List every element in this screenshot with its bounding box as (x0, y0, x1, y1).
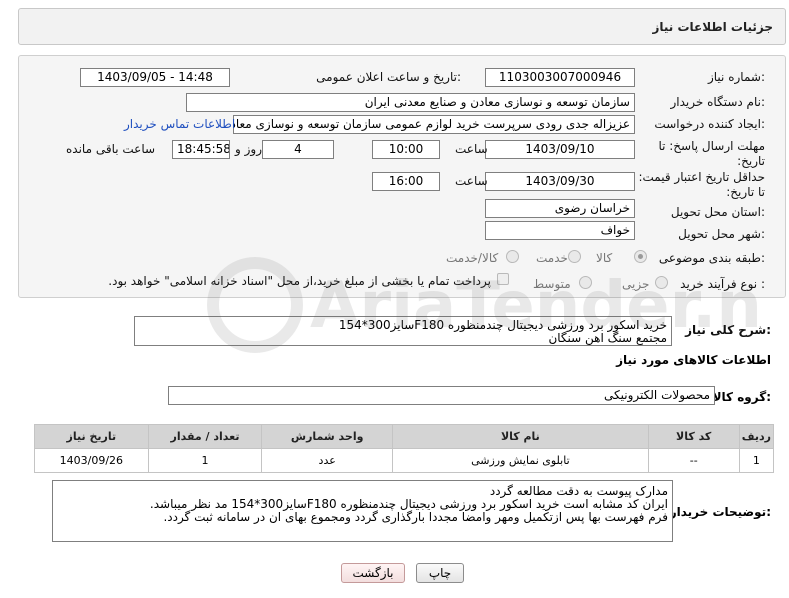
buyer-org-label: نام دستگاه خریدار: (670, 95, 766, 109)
price-validity-label: حداقل تاریخ اعتبار قیمت: تا تاریخ: (638, 170, 765, 199)
col-goods-code: کد کالا (647, 424, 740, 449)
category-service-radio[interactable] (568, 250, 581, 263)
goods-group-field: محصولات الکترونیکی (168, 386, 715, 405)
need-number-label: شماره نیاز: (707, 70, 765, 84)
back-button[interactable]: بازگشت (341, 563, 405, 583)
cell-quantity: 1 (147, 448, 263, 473)
purchase-type-minor-radio[interactable] (655, 276, 668, 289)
col-goods-name: نام کالا (392, 424, 649, 449)
delivery-province-field: خراسان رضوی (485, 199, 635, 218)
price-validity-date-field: 1403/09/30 (485, 172, 635, 191)
purchase-type-label: نوع فرآیند خرید : (680, 277, 765, 291)
col-need-date: تاریخ نیاز (34, 424, 149, 449)
goods-table-header: ردیف کد کالا نام کالا واحد شمارش تعداد /… (34, 424, 775, 449)
days-label: روز و (235, 142, 262, 156)
treasury-payment-checkbox[interactable] (497, 273, 509, 285)
category-goods-label: کالا (596, 251, 613, 265)
remaining-time-field: 18:45:58 (172, 140, 230, 159)
requester-field: عزیزاله جدی رودی سرپرست خرید لوازم عمومی… (233, 115, 635, 134)
cell-goods-name: تابلوی نمایش ورزشی (392, 448, 649, 473)
page-header: جزئیات اطلاعات نیاز (18, 8, 786, 45)
price-validity-time-label: ساعت (455, 174, 488, 188)
remaining-time-label: ساعت باقی مانده (66, 142, 156, 156)
category-goods-service-label: کالا/خدمت (446, 251, 499, 265)
buyer-contact-link[interactable]: اطلاعات تماس خریدار (124, 117, 235, 131)
buyer-notes-label: توضیحات خریدار: (669, 505, 771, 519)
print-button[interactable]: چاپ (416, 563, 464, 583)
col-row-number: ردیف (738, 424, 775, 449)
category-service-label: خدمت (536, 251, 568, 265)
requester-label: ایجاد کننده درخواست: (654, 117, 765, 131)
reply-deadline-label: مهلت ارسال پاسخ: تا تاریخ: (658, 139, 765, 168)
cell-unit: عدد (261, 448, 394, 473)
goods-table: ردیف کد کالا نام کالا واحد شمارش تعداد /… (34, 424, 775, 473)
col-quantity: تعداد / مقدار (147, 424, 263, 449)
treasury-payment-note: پرداخت تمام یا بخشی از مبلغ خرید،از محل … (108, 274, 491, 288)
category-label: طبقه بندی موضوعی: (658, 251, 765, 265)
reply-deadline-time-label: ساعت (455, 142, 488, 156)
purchase-type-medium-radio[interactable] (579, 276, 592, 289)
col-unit: واحد شمارش (261, 424, 394, 449)
price-validity-time-field: 16:00 (372, 172, 440, 191)
cell-need-date: 1403/09/26 (34, 448, 149, 473)
description-label: شرح کلی نیاز: (685, 323, 771, 337)
goods-group-label: گروه کالا: (712, 390, 771, 404)
need-number-field: 1103003007000946 (485, 68, 635, 87)
delivery-city-field: خواف (485, 221, 635, 240)
delivery-province-label: استان محل تحویل: (670, 205, 765, 219)
description-textarea[interactable]: خرید اسکور برد ورزشی دیجیتال چندمنظوره F… (134, 316, 672, 346)
buyer-notes-line-3: فرم فهرست بها پس ازتکمیل ومهر وامضا مجدد… (163, 510, 668, 524)
buyer-notes-textarea[interactable]: مدارک پیوست به دقت مطالعه گردد ایران کد … (52, 480, 673, 542)
cell-row-number: 1 (738, 448, 775, 473)
purchase-type-minor-label: جزیی (622, 277, 650, 291)
category-goods-radio[interactable] (634, 250, 647, 263)
goods-info-title: اطلاعات کالاهای مورد نیاز (616, 353, 771, 367)
reply-deadline-date-field: 1403/09/10 (485, 140, 635, 159)
page-title: جزئیات اطلاعات نیاز (652, 20, 773, 34)
table-row: 1 -- تابلوی نمایش ورزشی عدد 1 1403/09/26 (34, 448, 775, 473)
announce-datetime-label: تاریخ و ساعت اعلان عمومی: (316, 70, 461, 84)
category-goods-service-radio[interactable] (506, 250, 519, 263)
description-line-2: مجتمع سنگ اهن سنگان (548, 331, 667, 345)
buyer-org-field: سازمان توسعه و نوسازی معادن و صنایع معدن… (186, 93, 635, 112)
cell-goods-code: -- (647, 448, 740, 473)
purchase-type-medium-label: متوسط (533, 277, 571, 291)
reply-deadline-time-field: 10:00 (372, 140, 440, 159)
delivery-city-label: شهر محل تحویل: (678, 227, 765, 241)
remaining-days-field: 4 (262, 140, 334, 159)
announce-datetime-field: 1403/09/05 - 14:48 (80, 68, 230, 87)
